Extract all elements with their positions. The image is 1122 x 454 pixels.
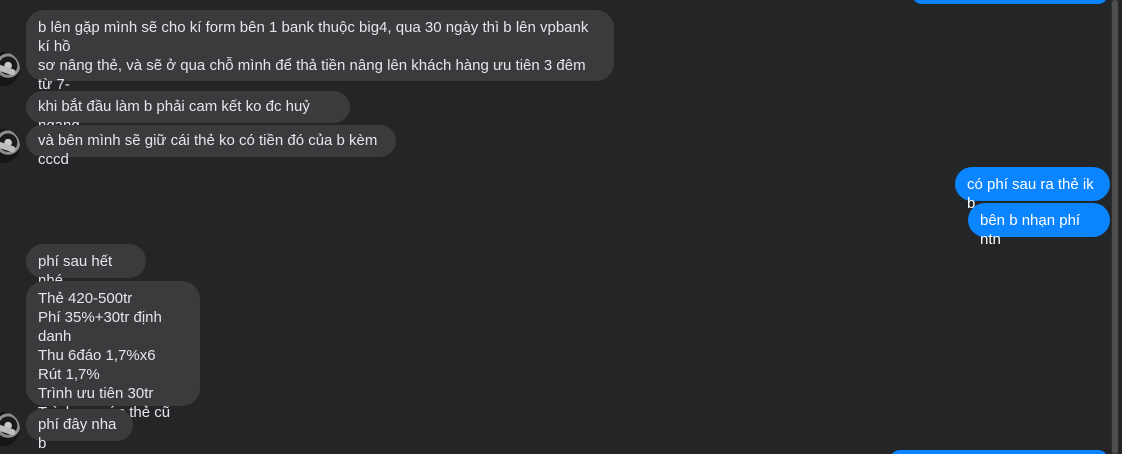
message-bubble-outgoing[interactable]: có phí sau ra thẻ ik b xyxy=(955,167,1110,212)
message-bubble-incoming[interactable]: khi bắt đầu làm b phải cam kết ko đc huỷ… xyxy=(26,91,350,134)
message-bubble-incoming[interactable]: b lên gặp mình sẽ cho kí form bên 1 bank… xyxy=(26,10,614,112)
message-bubble-outgoing-partial[interactable] xyxy=(912,0,1108,4)
contact-avatar[interactable] xyxy=(0,129,20,163)
message-bubble-incoming[interactable]: Thẻ 420-500tr Phí 35%+30tr định danh Thu… xyxy=(26,281,200,421)
message-bubble-incoming[interactable]: và bên mình sẽ giữ cái thẻ ko có tiền đó… xyxy=(26,125,396,168)
message-bubble-outgoing-partial[interactable] xyxy=(890,450,1108,454)
contact-avatar[interactable] xyxy=(0,52,20,86)
message-bubble-outgoing[interactable]: bên b nhạn phí ntn xyxy=(968,203,1110,248)
contact-avatar[interactable] xyxy=(0,412,20,446)
scrollbar-thumb[interactable] xyxy=(1112,0,1118,454)
message-bubble-incoming[interactable]: phí đây nha b xyxy=(26,409,133,452)
chat-thread: b lên gặp mình sẽ cho kí form bên 1 bank… xyxy=(0,0,1122,454)
scrollbar[interactable] xyxy=(1111,0,1119,454)
message-bubble-incoming[interactable]: phí sau hết nhé xyxy=(26,244,146,289)
